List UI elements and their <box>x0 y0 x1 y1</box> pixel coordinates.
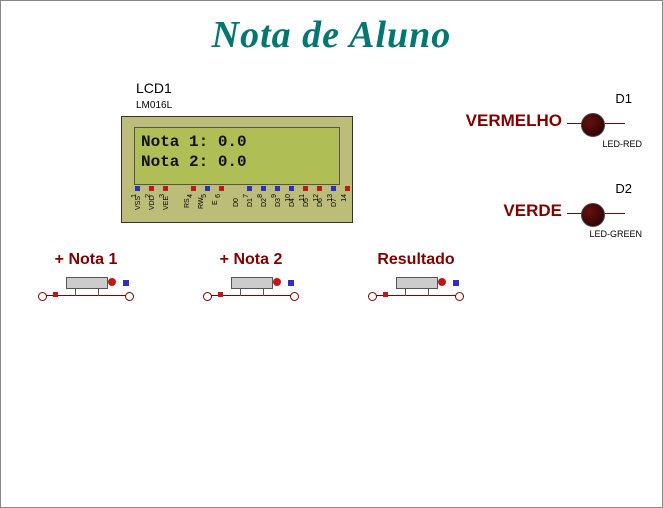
button-nota1[interactable] <box>41 275 131 305</box>
pinnum-3: 3 <box>159 194 173 198</box>
led-vermelho-label: VERMELHO <box>452 111 562 131</box>
led-section: D1 VERMELHO LED-RED D2 VERDE LED-GREEN <box>452 91 642 271</box>
pinnum-2: 2 <box>145 194 159 198</box>
led-red-icon <box>567 113 617 135</box>
led-d1-ref: D1 <box>615 91 632 106</box>
pinnum-12: 12 <box>313 194 327 202</box>
pinnum-11: 11 <box>299 194 313 201</box>
button-nota2[interactable] <box>206 275 296 305</box>
pinnum-1: 1 <box>131 194 145 198</box>
lcd-screen: Nota 1: 0.0 Nota 2: 0.0 <box>134 127 340 185</box>
lcd-body: Nota 1: 0.0 Nota 2: 0.0 VSS VDD VEE RS R… <box>121 116 353 223</box>
pinnum-7: 7 <box>243 194 257 198</box>
led-green-icon <box>567 203 617 225</box>
lcd-ref-text: LCD1 <box>136 80 172 96</box>
lcd-pin-connections: 1 2 3 4 5 6 7 8 9 10 11 12 13 14 <box>131 186 355 206</box>
pinnum-8: 8 <box>257 194 271 198</box>
pinnum-6: 6 <box>215 194 229 198</box>
button-nota1-group: + Nota 1 <box>21 251 151 305</box>
pinnum-13: 13 <box>327 194 341 202</box>
lcd-line1: Nota 1: 0.0 <box>141 133 247 151</box>
pinnum-4: 4 <box>187 194 201 198</box>
led-d2-row: D2 VERDE LED-GREEN <box>452 181 642 251</box>
pinnum-14: 14 <box>341 194 355 202</box>
button-nota2-label: + Nota 2 <box>186 251 316 269</box>
led-d1-row: D1 VERMELHO LED-RED <box>452 91 642 161</box>
led-d2-type: LED-GREEN <box>589 229 642 239</box>
button-nota1-label: + Nota 1 <box>21 251 151 269</box>
lcd-reference: LCD1 LM016L <box>136 81 353 112</box>
buttons-row: + Nota 1 + Nota 2 Resultado <box>21 251 481 305</box>
led-d2-ref: D2 <box>615 181 632 196</box>
page-title: Nota de Aluno <box>1 13 662 57</box>
lcd-component: LCD1 LM016L Nota 1: 0.0 Nota 2: 0.0 VSS … <box>121 81 353 223</box>
lcd-model-text: LM016L <box>136 100 172 111</box>
led-d1-type: LED-RED <box>602 139 642 149</box>
pinnum-10: 10 <box>285 194 299 202</box>
led-verde-label: VERDE <box>452 201 562 221</box>
pinnum-5: 5 <box>201 194 215 198</box>
lcd-line2: Nota 2: 0.0 <box>141 153 247 171</box>
button-resultado[interactable] <box>371 275 461 305</box>
pinnum-9: 9 <box>271 194 285 198</box>
button-nota2-group: + Nota 2 <box>186 251 316 305</box>
